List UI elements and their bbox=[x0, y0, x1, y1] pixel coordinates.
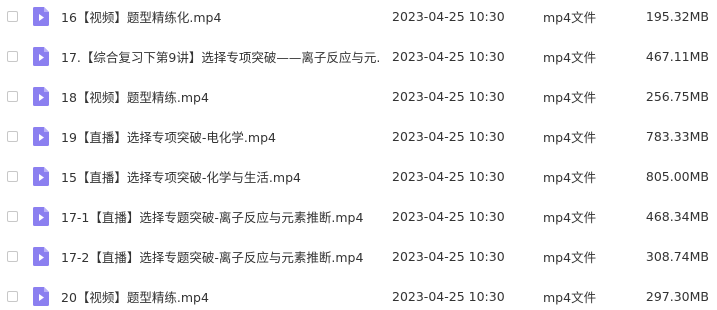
video-file-icon bbox=[33, 126, 49, 146]
list-item[interactable]: 18【视频】题型精练.mp4 2023-04-25 10:30 mp4文件 25… bbox=[0, 76, 717, 116]
file-size: 297.30MB bbox=[645, 288, 709, 304]
video-file-icon bbox=[33, 86, 49, 106]
file-size: 308.74MB bbox=[645, 248, 709, 264]
list-item[interactable]: 15【直播】选择专项突破-化学与生活.mp4 2023-04-25 10:30 … bbox=[0, 156, 717, 196]
list-item[interactable]: 19【直播】选择专项突破-电化学.mp4 2023-04-25 10:30 mp… bbox=[0, 116, 717, 156]
list-item[interactable]: 17-1【直播】选择专题突破-离子反应与元素推断.mp4 2023-04-25 … bbox=[0, 196, 717, 236]
modified-date: 2023-04-25 10:30 bbox=[392, 8, 505, 24]
row-checkbox[interactable] bbox=[7, 290, 18, 302]
video-file-icon bbox=[33, 246, 49, 266]
file-name[interactable]: 17.【综合复习下第9讲】选择专项突破——离子反应与元... bbox=[61, 47, 381, 66]
file-name[interactable]: 20【视频】题型精练.mp4 bbox=[61, 287, 381, 306]
modified-date: 2023-04-25 10:30 bbox=[392, 288, 505, 304]
row-checkbox[interactable] bbox=[7, 50, 18, 62]
file-name[interactable]: 16【视频】题型精练化.mp4 bbox=[61, 7, 381, 26]
file-size: 783.33MB bbox=[645, 128, 709, 144]
file-list: 16【视频】题型精练化.mp4 2023-04-25 10:30 mp4文件 1… bbox=[0, 0, 717, 310]
list-item[interactable]: 17-2【直播】选择专题突破-离子反应与元素推断.mp4 2023-04-25 … bbox=[0, 236, 717, 276]
video-file-icon bbox=[33, 286, 49, 306]
file-size: 256.75MB bbox=[645, 88, 709, 104]
file-type: mp4文件 bbox=[543, 89, 597, 105]
file-size: 468.34MB bbox=[645, 208, 709, 224]
file-type: mp4文件 bbox=[543, 209, 597, 225]
file-size: 467.11MB bbox=[645, 48, 709, 64]
file-type: mp4文件 bbox=[543, 129, 597, 145]
file-size: 805.00MB bbox=[645, 168, 709, 184]
file-name[interactable]: 15【直播】选择专项突破-化学与生活.mp4 bbox=[61, 167, 381, 186]
modified-date: 2023-04-25 10:30 bbox=[392, 48, 505, 64]
row-checkbox[interactable] bbox=[7, 170, 18, 182]
file-name[interactable]: 17-2【直播】选择专题突破-离子反应与元素推断.mp4 bbox=[61, 247, 381, 266]
row-checkbox[interactable] bbox=[7, 90, 18, 102]
file-name[interactable]: 19【直播】选择专项突破-电化学.mp4 bbox=[61, 127, 381, 146]
modified-date: 2023-04-25 10:30 bbox=[392, 168, 505, 184]
modified-date: 2023-04-25 10:30 bbox=[392, 208, 505, 224]
list-item[interactable]: 20【视频】题型精练.mp4 2023-04-25 10:30 mp4文件 29… bbox=[0, 276, 717, 310]
video-file-icon bbox=[33, 6, 49, 26]
modified-date: 2023-04-25 10:30 bbox=[392, 128, 505, 144]
video-file-icon bbox=[33, 206, 49, 226]
list-item[interactable]: 16【视频】题型精练化.mp4 2023-04-25 10:30 mp4文件 1… bbox=[0, 0, 717, 36]
file-type: mp4文件 bbox=[543, 169, 597, 185]
file-type: mp4文件 bbox=[543, 289, 597, 305]
row-checkbox[interactable] bbox=[7, 10, 18, 22]
row-checkbox[interactable] bbox=[7, 210, 18, 222]
file-name[interactable]: 17-1【直播】选择专题突破-离子反应与元素推断.mp4 bbox=[61, 207, 381, 226]
file-type: mp4文件 bbox=[543, 49, 597, 65]
file-type: mp4文件 bbox=[543, 249, 597, 265]
row-checkbox[interactable] bbox=[7, 250, 18, 262]
video-file-icon bbox=[33, 46, 49, 66]
row-checkbox[interactable] bbox=[7, 130, 18, 142]
file-type: mp4文件 bbox=[543, 9, 597, 25]
file-name[interactable]: 18【视频】题型精练.mp4 bbox=[61, 87, 381, 106]
file-size: 195.32MB bbox=[645, 8, 709, 24]
modified-date: 2023-04-25 10:30 bbox=[392, 88, 505, 104]
list-item[interactable]: 17.【综合复习下第9讲】选择专项突破——离子反应与元... 2023-04-2… bbox=[0, 36, 717, 76]
modified-date: 2023-04-25 10:30 bbox=[392, 248, 505, 264]
video-file-icon bbox=[33, 166, 49, 186]
